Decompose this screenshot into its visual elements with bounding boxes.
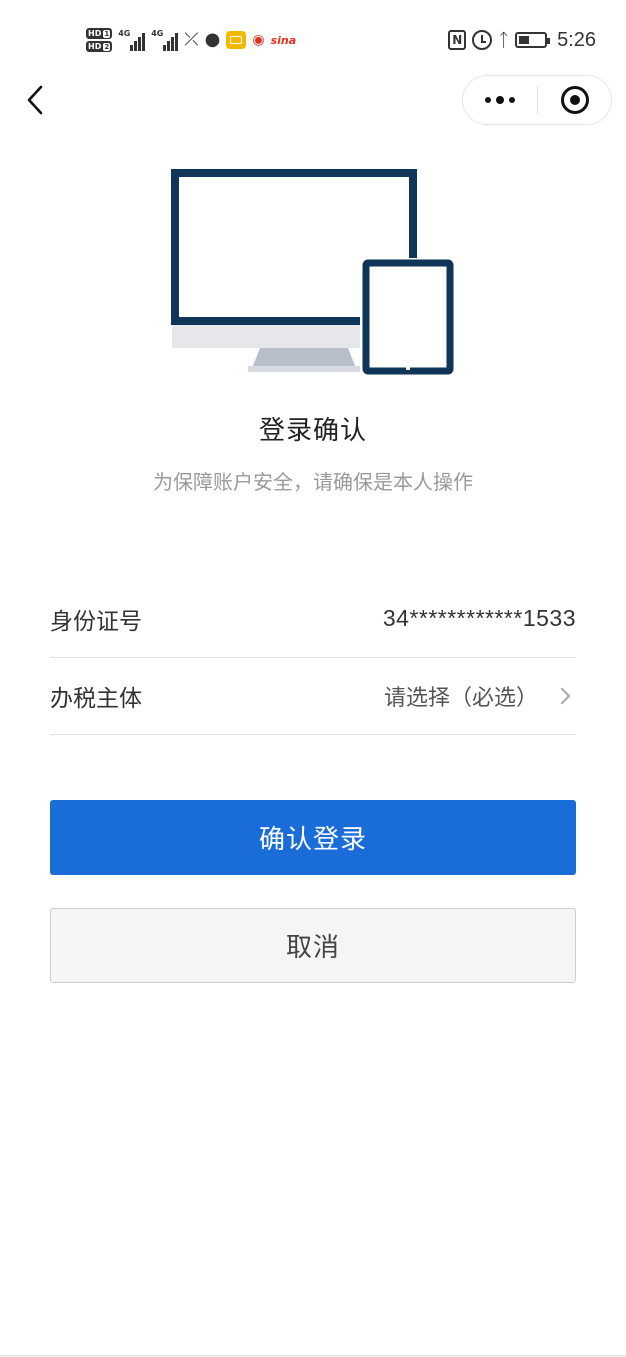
chevron-right-icon <box>553 687 571 704</box>
id-number-label: 身份证号 <box>50 608 142 635</box>
battery-icon <box>515 32 551 48</box>
confirm-login-button[interactable]: 确认登录 <box>50 800 576 875</box>
more-dots-icon <box>485 97 491 103</box>
mail-icon <box>226 31 247 49</box>
status-bar-right: N ᛏ 5:26 <box>448 24 596 56</box>
tax-entity-label: 办税主体 <box>50 685 142 712</box>
signal-2-icon: 4G <box>151 29 179 51</box>
hd-1-badge: HD 1 <box>86 28 113 39</box>
alarm-icon <box>472 30 493 50</box>
hd-indicators: HD 1 HD 2 <box>86 28 113 52</box>
weibo-icon: sina <box>270 33 297 47</box>
cancel-button[interactable]: 取消 <box>50 908 576 983</box>
more-button[interactable] <box>463 76 537 124</box>
close-button[interactable] <box>538 76 611 124</box>
page-title: 登录确认 <box>258 416 367 446</box>
login-devices-illustration <box>171 169 454 378</box>
back-button[interactable] <box>20 84 50 116</box>
nfc-icon: N <box>448 30 467 50</box>
monitor-stand <box>252 348 356 368</box>
target-circle-icon <box>560 86 589 114</box>
status-bar-left: HD 1 HD 2 4G 4G ⤫ ● ◉ sina <box>86 20 296 60</box>
game-icon: ◉ <box>252 32 265 48</box>
status-bar: HD 1 HD 2 4G 4G ⤫ ● ◉ sina N ᛏ 5:26 <box>0 0 626 78</box>
missed-call-icon: ⤫ <box>184 29 199 50</box>
signal-1-icon: 4G <box>118 29 146 51</box>
id-number-value: 34************1533 <box>382 605 576 631</box>
qq-penguin-icon: ● <box>204 29 221 50</box>
tablet-device <box>362 259 454 375</box>
tax-entity-selector[interactable]: 办税主体 请选择（必选） <box>50 657 576 735</box>
tax-entity-placeholder: 请选择（必选） <box>383 685 538 711</box>
tax-entity-right: 请选择（必选） <box>384 680 576 712</box>
battery-fill <box>519 36 529 44</box>
page-subtitle: 为保障账户安全，请确保是本人操作 <box>153 470 473 494</box>
bluetooth-icon: ᛏ <box>498 29 510 51</box>
id-number-row: 身份证号 34************1533 <box>50 580 576 658</box>
mini-program-capsule <box>462 75 612 125</box>
hd-2-badge: HD 2 <box>86 41 113 52</box>
status-time: 5:26 <box>557 28 596 51</box>
chevron-left-icon <box>27 85 43 115</box>
